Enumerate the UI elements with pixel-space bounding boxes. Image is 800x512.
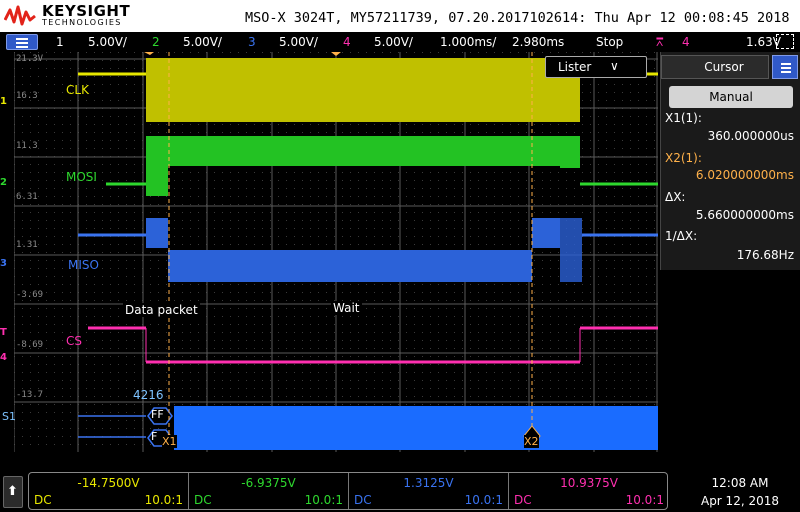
inverse-delta-x-value: 176.68Hz	[736, 248, 794, 262]
ch2-coupling: DC	[194, 493, 212, 507]
level-label-6: -8.69	[16, 340, 44, 350]
main-menu-button[interactable]	[6, 34, 38, 50]
ch1-offset: -14.7500V	[77, 476, 140, 490]
lister-dropdown[interactable]: Lister ∨	[545, 56, 647, 78]
x2-marker[interactable]: X2	[524, 435, 539, 448]
cursor-panel-title: Cursor	[704, 60, 744, 74]
brand-subtitle: TECHNOLOGIES	[42, 18, 122, 27]
x1-marker[interactable]: X1	[162, 435, 177, 448]
level-label-4: 1.31	[16, 240, 38, 250]
channel-offset-panel: -14.7500V DC 10.0:1 -6.9375V DC 10.0:1 1…	[28, 472, 668, 510]
bus-name-label: S1	[2, 410, 16, 423]
ch3-scale[interactable]: 5.00V/	[279, 35, 318, 49]
cursor-panel: Cursor Manual X1(1): 360.000000us X2(1):…	[660, 52, 800, 270]
ch2-ground-marker[interactable]: 2	[0, 177, 7, 188]
miso-label: MISO	[68, 258, 99, 272]
data-packet-annotation: Data packet	[123, 303, 200, 317]
level-label-5: -3.69	[16, 290, 44, 300]
lister-label: Lister	[558, 60, 592, 74]
panel-menu-icon[interactable]	[772, 55, 798, 79]
x2-label: X2(1):	[665, 151, 702, 165]
ch3-number[interactable]: 3	[248, 35, 256, 49]
bus-symbol-bottom: F	[151, 430, 158, 443]
ch1-coupling: DC	[34, 493, 52, 507]
arrow-up-icon: ⬆	[7, 484, 18, 499]
channel-marker-gutter: 1 2 3 T 4	[0, 52, 14, 452]
clock: 12:08 AM Apr 12, 2018	[690, 476, 790, 512]
ch2-number[interactable]: 2	[152, 35, 160, 49]
ch1-number[interactable]: 1	[56, 35, 64, 49]
ch2-probe: 10.0:1	[304, 493, 343, 507]
bus-symbol-top: FF	[151, 408, 164, 421]
screenshot-icon[interactable]	[776, 34, 794, 49]
timebase-scale[interactable]: 1.000ms/	[440, 35, 496, 49]
keysight-logo-icon	[4, 5, 36, 26]
trigger-source[interactable]: 4	[682, 35, 690, 49]
ch2-offset-box[interactable]: -6.9375V DC 10.0:1	[189, 473, 349, 509]
ch1-probe: 10.0:1	[144, 493, 183, 507]
cursor-panel-tab[interactable]: Cursor	[661, 55, 769, 79]
level-label-1: 16.3	[16, 91, 38, 101]
ch3-offset-box[interactable]: 1.3125V DC 10.0:1	[349, 473, 509, 509]
ch4-probe: 10.0:1	[625, 493, 664, 507]
ch4-coupling: DC	[514, 493, 532, 507]
level-label-3: 6.31	[16, 192, 38, 202]
ch3-coupling: DC	[354, 493, 372, 507]
wait-annotation: Wait	[331, 301, 362, 315]
clk-label: CLK	[66, 83, 89, 97]
chevron-down-icon: ∨	[610, 59, 619, 73]
channel-settings-bar: 1 5.00V/ 2 5.00V/ 3 5.00V/ 4 5.00V/ 1.00…	[0, 32, 800, 52]
x1-label: X1(1):	[665, 111, 702, 125]
level-label-0: 21.3V	[16, 54, 44, 64]
trigger-level-marker[interactable]: T	[0, 327, 7, 338]
ch4-offset-box[interactable]: 10.9375V DC 10.0:1	[509, 473, 669, 509]
trigger-edge-icon[interactable]: ⩞	[656, 35, 663, 50]
clock-time: 12:08 AM	[711, 476, 769, 490]
bus-value-label: 4216	[133, 388, 164, 402]
cursor-mode-button[interactable]: Manual	[669, 86, 793, 108]
ch2-offset: -6.9375V	[241, 476, 296, 490]
ch2-scale[interactable]: 5.00V/	[183, 35, 222, 49]
ch1-ground-marker[interactable]: 1	[0, 96, 7, 107]
waveform-graticule	[14, 52, 658, 452]
level-label-7: -13.7	[16, 390, 44, 400]
ch3-offset: 1.3125V	[403, 476, 454, 490]
level-label-2: 11.3	[16, 141, 38, 151]
ch3-probe: 10.0:1	[464, 493, 503, 507]
clock-date: Apr 12, 2018	[700, 494, 779, 508]
ch4-ground-marker[interactable]: 4	[0, 352, 7, 363]
delta-x-value: 5.660000000ms	[695, 208, 794, 222]
mosi-label: MOSI	[66, 170, 97, 184]
waveform-display[interactable]: 21.3V 16.3 11.3 6.31 1.31 -3.69 -8.69 -1…	[2, 52, 658, 452]
delta-x-label: ΔX:	[665, 190, 686, 204]
timebase-delay[interactable]: 2.980ms	[512, 35, 564, 49]
ch1-offset-box[interactable]: -14.7500V DC 10.0:1	[29, 473, 189, 509]
x2-value[interactable]: 6.020000000ms	[696, 168, 794, 182]
cs-label: CS	[66, 334, 82, 348]
title-bar: KEYSIGHT TECHNOLOGIES MSO-X 3024T, MY572…	[0, 0, 800, 32]
run-state[interactable]: Stop	[596, 35, 623, 49]
inverse-delta-x-label: 1/ΔX:	[665, 229, 698, 243]
x1-value[interactable]: 360.000000us	[708, 129, 794, 143]
ch4-offset: 10.9375V	[560, 476, 618, 490]
instrument-info: MSO-X 3024T, MY57211739, 07.20.201710261…	[245, 10, 790, 26]
ch3-ground-marker[interactable]: 3	[0, 258, 7, 269]
ch4-scale[interactable]: 5.00V/	[374, 35, 413, 49]
expand-bar-button[interactable]: ⬆	[3, 476, 23, 508]
ch1-scale[interactable]: 5.00V/	[88, 35, 127, 49]
ch4-number[interactable]: 4	[343, 35, 351, 49]
